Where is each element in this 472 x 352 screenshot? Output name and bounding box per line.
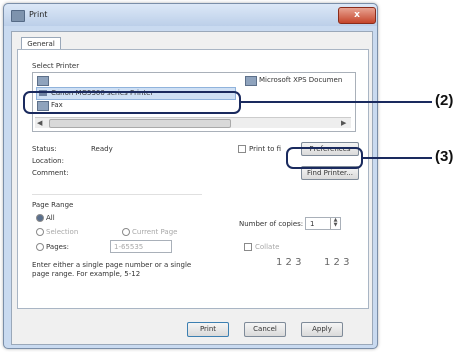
location-label: Location: bbox=[32, 157, 64, 165]
all-label: All bbox=[46, 214, 55, 222]
preferences-highlight-outline bbox=[286, 147, 363, 169]
collate-set-1-icon: 1 2 3 bbox=[276, 257, 302, 268]
general-panel: Select Printer Microsoft XPS Documen Can… bbox=[17, 49, 369, 309]
printer-highlight-outline bbox=[23, 91, 241, 114]
collate-label: Collate bbox=[255, 243, 280, 251]
all-radio[interactable] bbox=[36, 214, 44, 222]
printer-icon bbox=[37, 76, 49, 86]
pages-input-value: 1-65535 bbox=[114, 243, 144, 251]
printer-item-xps[interactable]: Microsoft XPS Documen bbox=[259, 76, 342, 84]
window-title: Print bbox=[29, 10, 48, 19]
scroll-left-icon[interactable]: ◀ bbox=[37, 119, 42, 127]
scroll-right-icon[interactable]: ▶ bbox=[341, 119, 346, 127]
selection-label: Selection bbox=[46, 228, 79, 236]
scrollbar-thumb[interactable] bbox=[49, 119, 231, 128]
current-page-radio[interactable] bbox=[122, 228, 130, 236]
status-value: Ready bbox=[91, 145, 113, 153]
current-page-label: Current Page bbox=[132, 228, 178, 236]
copies-input[interactable]: 1 ▲ ▼ bbox=[305, 217, 341, 230]
select-printer-heading: Select Printer bbox=[32, 62, 80, 70]
title-bar: Print x bbox=[4, 4, 377, 26]
copies-value: 1 bbox=[310, 220, 315, 228]
pages-input[interactable]: 1-65535 bbox=[110, 240, 172, 253]
print-button[interactable]: Print bbox=[187, 322, 229, 337]
print-to-file-checkbox[interactable] bbox=[238, 145, 246, 153]
collate-checkbox[interactable] bbox=[244, 243, 252, 251]
printer-icon bbox=[245, 76, 257, 86]
printer-icon bbox=[11, 10, 25, 22]
pages-label: Pages: bbox=[46, 243, 69, 251]
comment-label: Comment: bbox=[32, 169, 69, 177]
copies-spinner[interactable]: ▲ ▼ bbox=[330, 218, 340, 229]
callout-line-2 bbox=[240, 101, 432, 103]
pages-radio[interactable] bbox=[36, 243, 44, 251]
cancel-button[interactable]: Cancel bbox=[244, 322, 286, 337]
horizontal-scrollbar[interactable]: ◀ ▶ bbox=[35, 117, 351, 128]
apply-button[interactable]: Apply bbox=[301, 322, 343, 337]
collate-set-2-icon: 1 2 3 bbox=[324, 257, 350, 268]
page-range-hint-1: Enter either a single page number or a s… bbox=[32, 261, 192, 269]
copies-label: Number of copies: bbox=[239, 220, 304, 228]
page-range-heading: Page Range bbox=[32, 201, 74, 209]
dialog-client: General Select Printer Microsoft XPS Doc… bbox=[11, 31, 373, 345]
divider bbox=[32, 194, 202, 195]
close-button[interactable]: x bbox=[338, 7, 376, 24]
selection-radio[interactable] bbox=[36, 228, 44, 236]
callout-2: (2) bbox=[435, 92, 454, 109]
print-dialog: Print x General Select Printer Microsoft… bbox=[3, 3, 378, 349]
print-to-file-label: Print to fi bbox=[249, 145, 281, 153]
callout-line-3 bbox=[363, 157, 432, 159]
page-range-hint-2: page range. For example, 5-12 bbox=[32, 270, 141, 278]
status-label: Status: bbox=[32, 145, 57, 153]
callout-3: (3) bbox=[435, 148, 454, 165]
